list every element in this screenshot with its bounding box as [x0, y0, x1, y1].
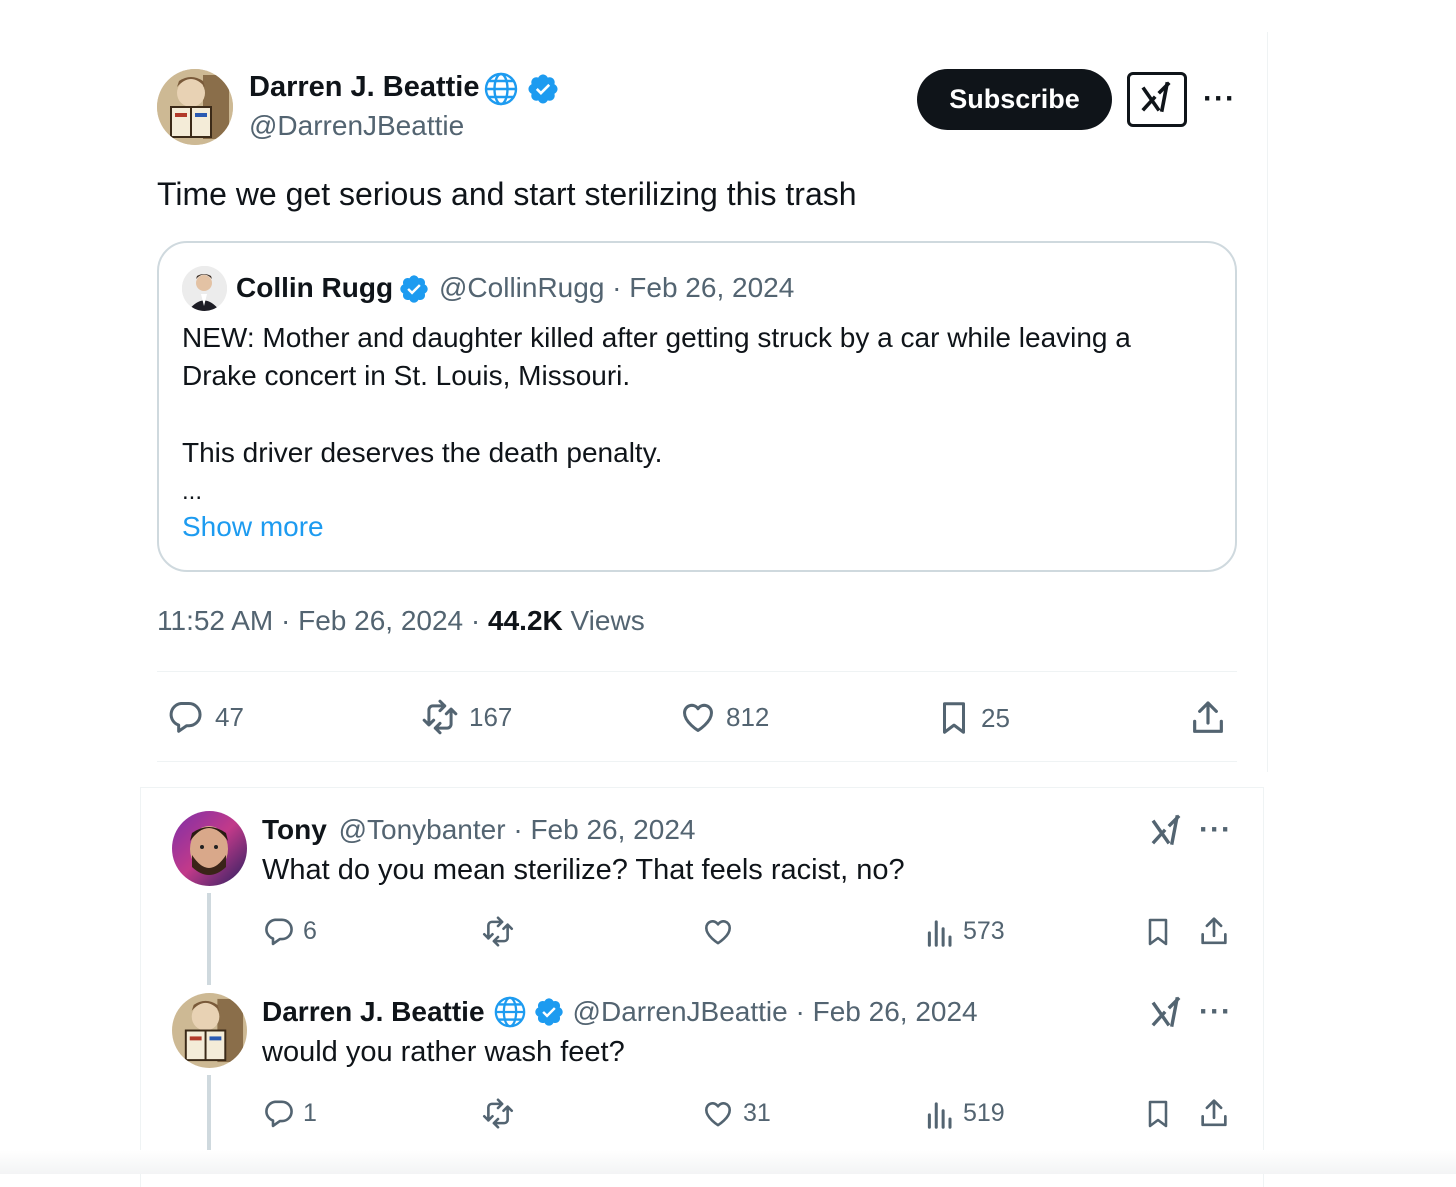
reply-text: What do you mean sterilize? That feels r…: [262, 854, 905, 886]
reply-header: Tony @Tonybanter · Feb 26, 2024: [262, 814, 695, 846]
like-count: 812: [726, 701, 770, 732]
quoted-author-name[interactable]: Collin Rugg: [236, 272, 393, 304]
share-button[interactable]: [1197, 914, 1231, 949]
share-icon: [1197, 914, 1231, 949]
reply-icon: [262, 915, 295, 948]
author-handle[interactable]: @DarrenJBeattie: [249, 110, 464, 142]
quoted-ellipsis: ...: [182, 478, 203, 505]
views-count: 519: [963, 1099, 1005, 1127]
quoted-text-line: Drake concert in St. Louis, Missouri.: [182, 360, 631, 391]
like-button[interactable]: 812: [678, 698, 769, 736]
grok-icon[interactable]: [1150, 813, 1184, 852]
more-icon[interactable]: ···: [1199, 815, 1232, 845]
tweet-timestamp: 11:52 AM · Feb 26, 2024 · 44.2K Views: [157, 605, 645, 637]
share-button[interactable]: [1197, 1096, 1231, 1131]
reply-author-name[interactable]: Tony: [262, 814, 327, 845]
bookmark-icon: [935, 698, 973, 738]
like-button[interactable]: [701, 915, 743, 948]
repost-icon: [480, 915, 516, 948]
like-icon: [701, 1097, 735, 1130]
quoted-handle-date[interactable]: @CollinRugg · Feb 26, 2024: [439, 272, 794, 304]
globe-icon: [493, 995, 527, 1029]
repost-button[interactable]: [480, 1097, 524, 1130]
reply-icon: [165, 698, 205, 736]
bottom-edge: [0, 1150, 1456, 1174]
reply-text: would you rather wash feet?: [262, 1036, 625, 1068]
views-count: 44.2K: [488, 605, 563, 636]
quoted-avatar[interactable]: [182, 266, 227, 311]
repost-button[interactable]: 167: [419, 698, 512, 736]
more-icon[interactable]: ···: [1199, 997, 1232, 1027]
quoted-text-line: NEW: Mother and daughter killed after ge…: [182, 322, 1131, 353]
verified-badge-icon: [526, 72, 560, 111]
bookmark-button[interactable]: [1142, 915, 1174, 949]
reply-avatar[interactable]: [172, 993, 247, 1068]
repost-count: 167: [469, 701, 513, 732]
reply-handle-date[interactable]: @DarrenJBeattie · Feb 26, 2024: [573, 996, 978, 1028]
views-button[interactable]: 573: [925, 915, 1005, 948]
tweet-text: Time we get serious and start sterilizin…: [157, 176, 857, 212]
views-count: 573: [963, 917, 1005, 945]
like-icon: [701, 915, 735, 948]
quoted-text-line: This driver deserves the death penalty.: [182, 437, 663, 468]
grok-icon[interactable]: [1150, 995, 1184, 1034]
reply-button[interactable]: 1: [262, 1097, 317, 1130]
reply-button[interactable]: 47: [165, 698, 244, 736]
divider: [157, 671, 1237, 672]
author-name[interactable]: Darren J. Beattie: [249, 71, 480, 104]
bookmark-icon: [1142, 915, 1174, 949]
reply-icon: [262, 1097, 295, 1130]
views-icon: [925, 1097, 953, 1130]
like-button[interactable]: 31: [701, 1097, 771, 1130]
subscribe-button[interactable]: Subscribe: [917, 69, 1112, 130]
reply-count: 47: [215, 701, 244, 732]
reply-avatar[interactable]: [172, 811, 247, 886]
bookmark-count: 25: [981, 702, 1010, 733]
reply-handle-date[interactable]: @Tonybanter · Feb 26, 2024: [339, 814, 696, 845]
repost-icon: [480, 1097, 516, 1130]
views-button[interactable]: 519: [925, 1097, 1005, 1130]
bookmark-icon: [1142, 1097, 1174, 1131]
like-icon: [678, 698, 718, 736]
show-more-link[interactable]: Show more: [182, 511, 324, 543]
avatar[interactable]: [157, 69, 233, 145]
reply-count: 6: [303, 917, 317, 945]
views-label: Views: [562, 605, 645, 636]
grok-button[interactable]: [1127, 72, 1187, 127]
bookmark-button[interactable]: 25: [935, 698, 1010, 738]
share-icon: [1197, 1096, 1231, 1131]
like-count: 31: [743, 1099, 771, 1127]
reply-count: 1: [303, 1099, 317, 1127]
reply-author-name[interactable]: Darren J. Beattie: [262, 996, 485, 1028]
repost-button[interactable]: [480, 915, 524, 948]
reply-header: Darren J. Beattie @DarrenJBeattie · Feb …: [262, 995, 978, 1029]
divider: [157, 761, 1237, 762]
bookmark-button[interactable]: [1142, 1097, 1174, 1131]
thread-line: [207, 893, 211, 985]
frame-border: [1267, 32, 1268, 772]
reply-button[interactable]: 6: [262, 915, 317, 948]
views-icon: [925, 915, 953, 948]
repost-icon: [419, 698, 461, 736]
thread-line: [207, 1075, 211, 1155]
timestamp-text[interactable]: 11:52 AM · Feb 26, 2024 ·: [157, 605, 488, 636]
verified-badge-icon: [398, 273, 430, 310]
verified-badge-icon: [533, 996, 565, 1028]
grok-icon: [1140, 81, 1174, 118]
more-icon[interactable]: ···: [1203, 84, 1236, 114]
globe-icon: [483, 71, 519, 112]
share-icon: [1188, 698, 1228, 738]
share-button[interactable]: [1188, 698, 1228, 738]
